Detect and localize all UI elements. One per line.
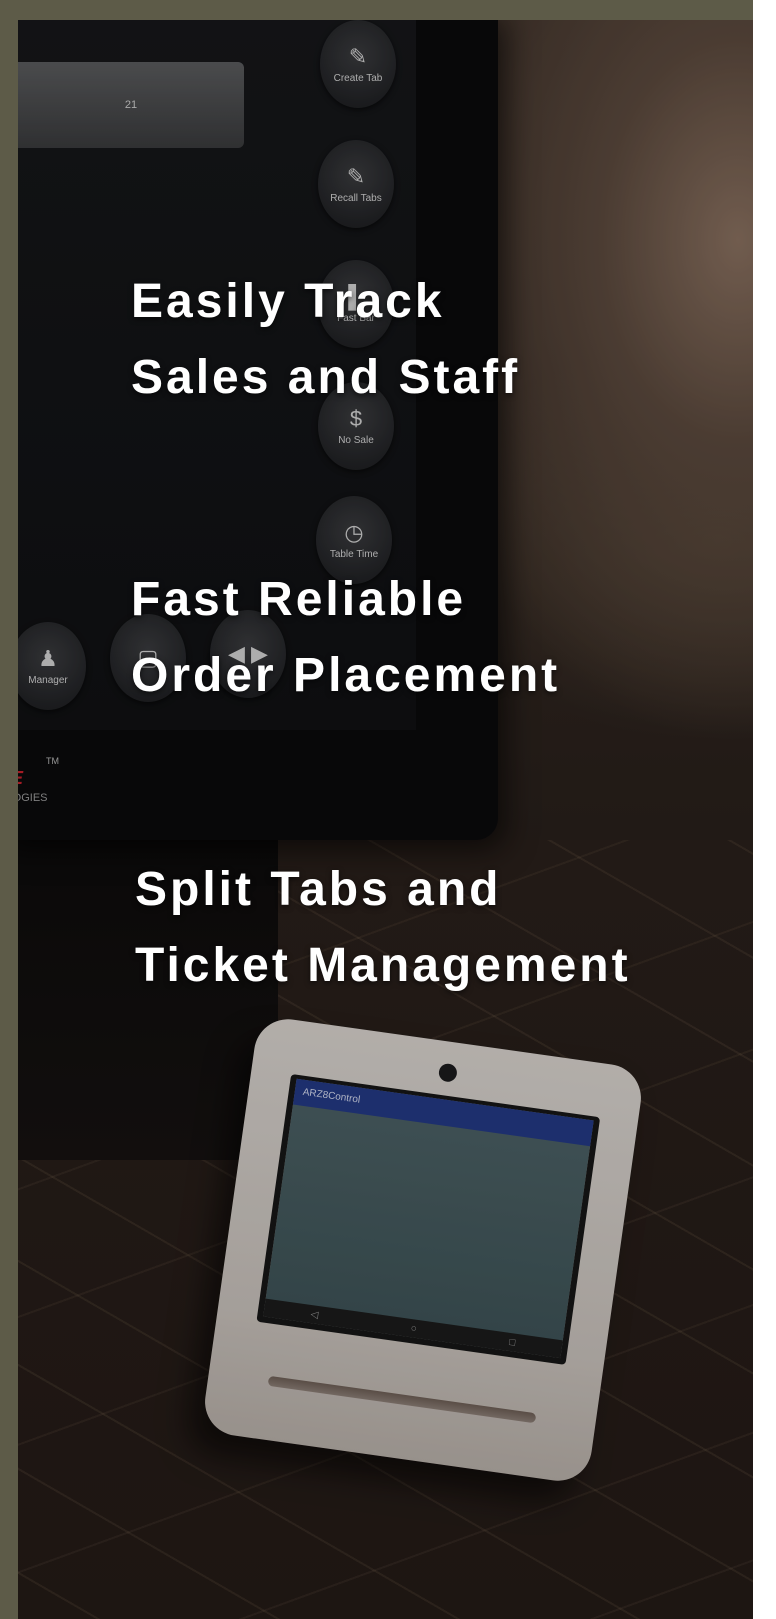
feature-headline-ticket-management: Split Tabs and Ticket Management <box>135 852 631 1004</box>
headline-line: Ticket Management <box>135 939 631 992</box>
headline-line: Split Tabs and <box>135 863 502 916</box>
hero-background-image: 21 ✎ Create Tab ✎ Recall Tabs ▌ Fast Bar… <box>18 20 753 1619</box>
image-overlay <box>18 20 753 1619</box>
headline-line: Fast Reliable <box>131 573 467 626</box>
feature-headline-sales-staff: Easily Track Sales and Staff <box>131 264 520 416</box>
headline-line: Order Placement <box>131 649 561 702</box>
headline-line: Easily Track <box>131 275 445 328</box>
frame-right-border <box>753 0 776 1619</box>
frame-top-border <box>0 0 776 20</box>
headline-line: Sales and Staff <box>131 351 521 404</box>
feature-headline-order-placement: Fast Reliable Order Placement <box>131 562 560 714</box>
frame-left-border <box>0 0 18 1619</box>
